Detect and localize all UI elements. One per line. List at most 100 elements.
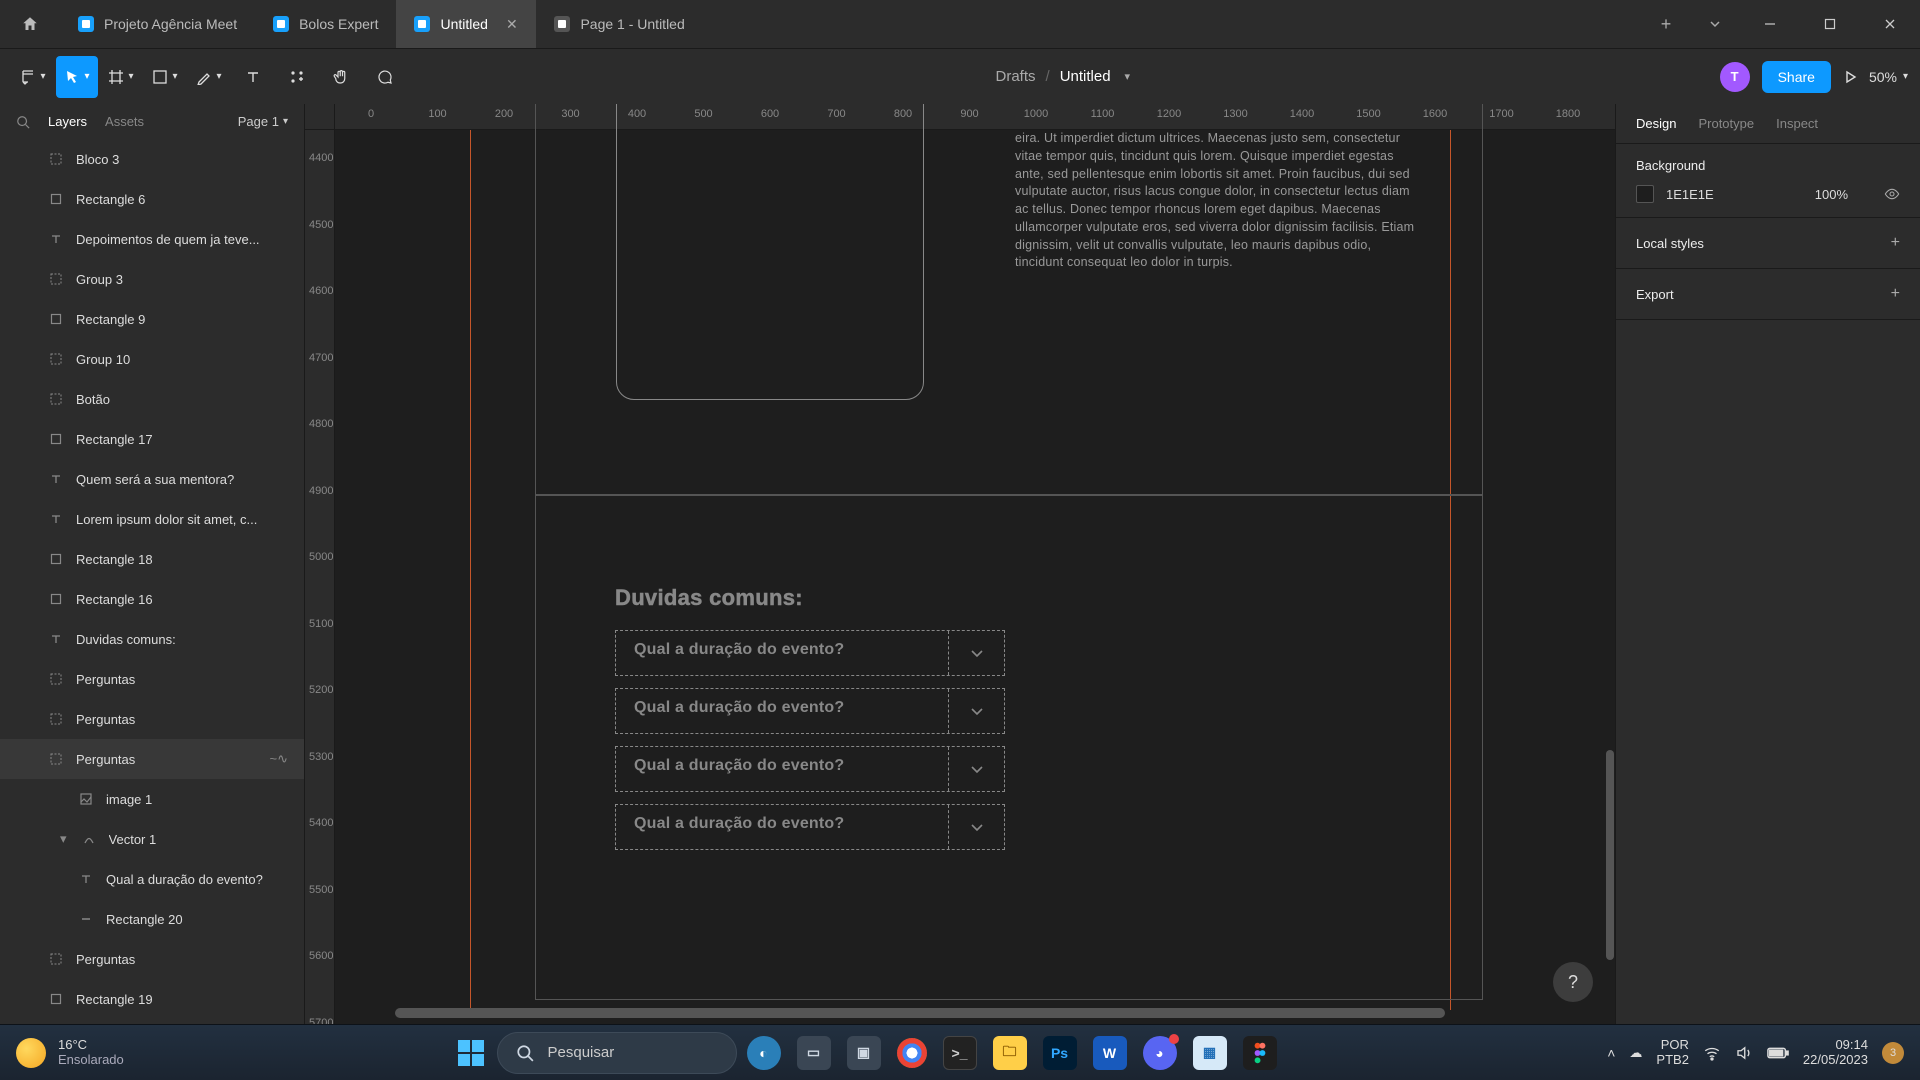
maximize-button[interactable] xyxy=(1800,0,1860,48)
language-indicator[interactable]: POR PTB2 xyxy=(1656,1038,1689,1067)
frame-tool[interactable]: ▾ xyxy=(100,56,142,98)
tab-prototype[interactable]: Prototype xyxy=(1698,116,1754,131)
taskbar-app-discord[interactable]: ◕ xyxy=(1143,1036,1177,1070)
taskbar-search[interactable]: Pesquisar xyxy=(497,1032,737,1074)
chevron-down-icon[interactable] xyxy=(948,689,1004,733)
layer-row[interactable]: Perguntas~∿ xyxy=(0,739,304,779)
taskbar-app-figma[interactable] xyxy=(1243,1036,1277,1070)
expand-chevron-icon[interactable]: ▾ xyxy=(60,831,67,847)
share-button[interactable]: Share xyxy=(1762,61,1831,93)
layer-list[interactable]: Bloco 3Rectangle 6Depoimentos de quem ja… xyxy=(0,139,304,1024)
tab-inspect[interactable]: Inspect xyxy=(1776,116,1818,131)
taskbar-app-camera[interactable]: ▣ xyxy=(847,1036,881,1070)
document-tab[interactable]: Untitled✕ xyxy=(396,0,536,48)
layer-row[interactable]: Perguntas xyxy=(0,659,304,699)
chevron-down-icon[interactable]: ▾ xyxy=(1125,70,1131,83)
taskbar-app-copilot[interactable]: ◐ xyxy=(747,1036,781,1070)
chevron-down-icon[interactable] xyxy=(948,747,1004,791)
tray-overflow-icon[interactable]: ˄ xyxy=(1607,1045,1615,1061)
canvas-viewport[interactable]: 0100200300400500600700800900100011001200… xyxy=(305,104,1615,1024)
tab-layers[interactable]: Layers xyxy=(48,114,87,129)
layer-row[interactable]: Botão xyxy=(0,379,304,419)
color-swatch[interactable] xyxy=(1636,185,1654,203)
layer-row[interactable]: Rectangle 18 xyxy=(0,539,304,579)
onedrive-icon[interactable]: ☁ xyxy=(1629,1045,1642,1061)
taskbar-app-taskview[interactable]: ▭ xyxy=(797,1036,831,1070)
color-opacity[interactable]: 100% xyxy=(1815,187,1848,202)
search-icon[interactable] xyxy=(16,115,30,129)
breadcrumb-filename[interactable]: Untitled xyxy=(1060,68,1111,85)
export-section[interactable]: Export + xyxy=(1616,269,1920,320)
chevron-down-icon[interactable] xyxy=(948,805,1004,849)
weather-widget[interactable]: 16°C Ensolarado xyxy=(16,1038,124,1068)
tab-assets[interactable]: Assets xyxy=(105,114,144,129)
layer-row[interactable]: Rectangle 20 xyxy=(0,899,304,939)
resources-tool[interactable] xyxy=(276,56,318,98)
layer-row[interactable]: ▾Vector 1 xyxy=(0,819,304,859)
rectangle-placeholder[interactable] xyxy=(616,104,924,400)
taskbar-app-photoshop[interactable]: Ps xyxy=(1043,1036,1077,1070)
canvas[interactable]: eira. Ut imperdiet dictum ultrices. Maec… xyxy=(335,130,1615,1024)
main-menu-button[interactable]: ▾ xyxy=(12,56,54,98)
faq-item[interactable]: Qual a duração do evento? xyxy=(615,746,1005,792)
help-button[interactable]: ? xyxy=(1553,962,1593,1002)
clock[interactable]: 09:14 22/05/2023 xyxy=(1803,1038,1868,1067)
color-hex[interactable]: 1E1E1E xyxy=(1666,187,1714,202)
pen-tool[interactable]: ▾ xyxy=(188,56,230,98)
canvas-scrollbar-horizontal[interactable] xyxy=(395,1008,1445,1018)
layer-row[interactable]: Group 3 xyxy=(0,259,304,299)
layer-row[interactable]: Rectangle 6 xyxy=(0,179,304,219)
plus-icon[interactable]: + xyxy=(1891,234,1900,252)
new-tab-button[interactable]: + xyxy=(1642,0,1690,48)
document-tab[interactable]: Bolos Expert xyxy=(255,0,396,48)
comment-tool[interactable] xyxy=(364,56,406,98)
start-button[interactable] xyxy=(455,1037,487,1069)
minimize-button[interactable] xyxy=(1740,0,1800,48)
layer-row[interactable]: Bloco 3 xyxy=(0,139,304,179)
tab-overflow-button[interactable] xyxy=(1690,0,1740,48)
layer-row[interactable]: Rectangle 17 xyxy=(0,419,304,459)
layer-row[interactable]: Perguntas xyxy=(0,939,304,979)
layer-row[interactable]: image 1 xyxy=(0,779,304,819)
layer-row[interactable]: Lorem ipsum dolor sit amet, c... xyxy=(0,499,304,539)
volume-icon[interactable] xyxy=(1735,1044,1753,1062)
canvas-scrollbar-vertical[interactable] xyxy=(1606,750,1614,960)
layer-row[interactable]: Group 10 xyxy=(0,339,304,379)
layer-row[interactable]: Depoimentos de quem ja teve... xyxy=(0,219,304,259)
taskbar-app-chrome[interactable] xyxy=(897,1038,927,1068)
layer-row[interactable]: Qual a duração do evento? xyxy=(0,859,304,899)
wifi-icon[interactable] xyxy=(1703,1044,1721,1062)
layer-row[interactable]: Rectangle 9 xyxy=(0,299,304,339)
page-selector[interactable]: Page 1 ▾ xyxy=(238,114,288,129)
tab-design[interactable]: Design xyxy=(1636,116,1676,131)
shape-tool[interactable]: ▾ xyxy=(144,56,186,98)
hand-tool[interactable] xyxy=(320,56,362,98)
background-color-row[interactable]: 1E1E1E 100% xyxy=(1636,185,1900,203)
layer-row[interactable]: Rectangle 19 xyxy=(0,979,304,1019)
move-tool[interactable]: ▾ xyxy=(56,56,98,98)
layer-row[interactable]: Quem será a sua mentora? xyxy=(0,459,304,499)
lorem-text[interactable]: eira. Ut imperdiet dictum ultrices. Maec… xyxy=(1015,130,1415,272)
layer-row[interactable]: Rectangle 16 xyxy=(0,579,304,619)
user-avatar[interactable]: T xyxy=(1720,62,1750,92)
faq-item[interactable]: Qual a duração do evento? xyxy=(615,688,1005,734)
visibility-toggle-icon[interactable] xyxy=(1884,186,1900,202)
breadcrumb-folder[interactable]: Drafts xyxy=(996,68,1036,85)
taskbar-app-word[interactable]: W xyxy=(1093,1036,1127,1070)
document-title[interactable]: Drafts / Untitled ▾ xyxy=(406,68,1720,85)
taskbar-app-calculator[interactable]: ▦ xyxy=(1193,1036,1227,1070)
layer-row[interactable]: Perguntas xyxy=(0,699,304,739)
notification-badge[interactable]: 3 xyxy=(1882,1042,1904,1064)
faq-item[interactable]: Qual a duração do evento? xyxy=(615,630,1005,676)
faq-title[interactable]: Duvidas comuns: xyxy=(615,585,803,611)
local-styles-section[interactable]: Local styles + xyxy=(1616,218,1920,269)
text-tool[interactable] xyxy=(232,56,274,98)
home-button[interactable] xyxy=(0,0,60,48)
taskbar-app-explorer[interactable]: 🗀 xyxy=(993,1036,1027,1070)
plus-icon[interactable]: + xyxy=(1891,285,1900,303)
zoom-control[interactable]: 50% ▾ xyxy=(1869,69,1908,85)
close-tab-icon[interactable]: ✕ xyxy=(506,16,518,33)
present-button[interactable] xyxy=(1843,70,1857,84)
document-tab[interactable]: Projeto Agência Meet xyxy=(60,0,255,48)
chevron-down-icon[interactable] xyxy=(948,631,1004,675)
